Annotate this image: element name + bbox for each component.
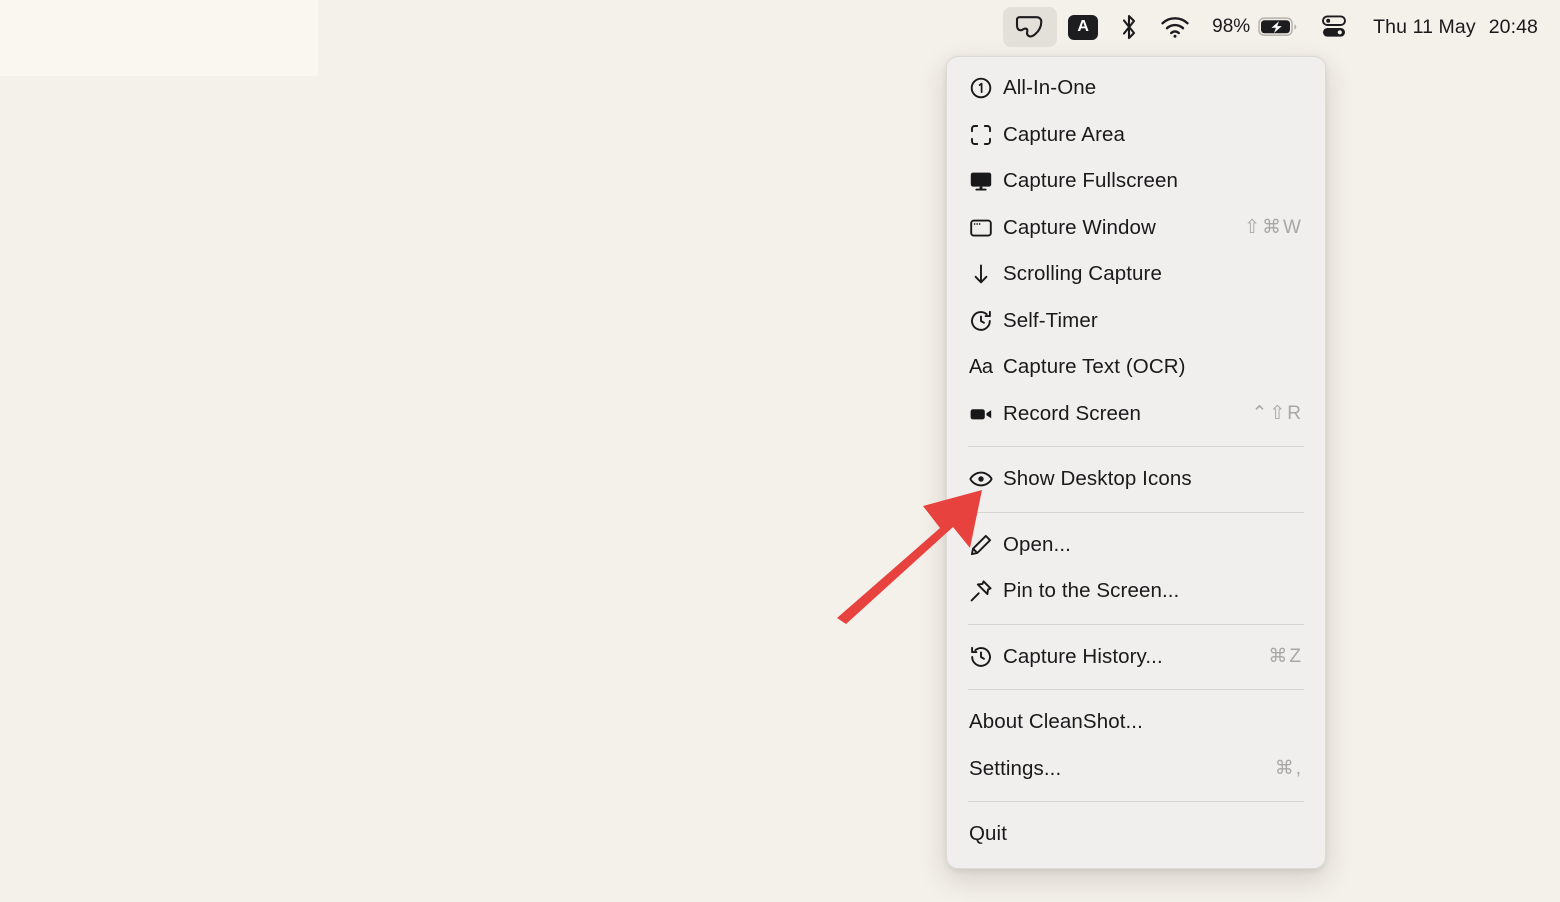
wifi-glyph (1161, 17, 1189, 38)
pin-icon (969, 579, 1003, 603)
menu-item-open[interactable]: Open... (947, 522, 1325, 569)
eye-icon (969, 467, 1003, 491)
menu-separator (968, 511, 1304, 513)
battery-icon (1258, 17, 1297, 37)
menu-item-label: Quit (969, 822, 1007, 846)
menu-item-label: Capture Area (1003, 122, 1125, 146)
battery-status[interactable]: 98% (1201, 7, 1309, 47)
wifi-icon[interactable] (1149, 7, 1201, 47)
capture-fullscreen-icon (969, 169, 1003, 193)
menu-item-show-desktop-icons[interactable]: Show Desktop Icons (947, 456, 1325, 503)
menu-item-pin-to-screen[interactable]: Pin to the Screen... (947, 568, 1325, 615)
clock-time: 20:48 (1488, 15, 1538, 38)
menu-separator (968, 623, 1304, 625)
capture-text-ocr-icon: Aa (969, 356, 993, 379)
menu-item-label: About CleanShot... (969, 710, 1143, 734)
menu-separator (968, 446, 1304, 447)
menu-item-label: Capture Window (1003, 215, 1156, 239)
capture-window-icon (969, 216, 1003, 240)
cleanshot-menubar-icon[interactable] (1003, 7, 1058, 47)
menu-item-label: Pin to the Screen... (1003, 579, 1180, 603)
menu-item-label: Scrolling Capture (1003, 262, 1162, 286)
desktop-background (0, 0, 1560, 902)
menu-item-about-cleanshot[interactable]: About CleanShot... (947, 699, 1325, 746)
menu-item-label: Capture History... (1003, 644, 1163, 668)
menu-item-shortcut: ⌃⇧R (1251, 403, 1303, 425)
menu-item-capture-area[interactable]: Capture Area (947, 112, 1325, 159)
cleanshot-dropdown-menu: All-In-One Capture Area Capture Fullscre… (946, 56, 1326, 869)
menu-bar: A 98% Thu 11 May 20:48 (0, 0, 1560, 54)
menubar-clock[interactable]: Thu 11 May 20:48 (1359, 7, 1538, 47)
menu-item-settings[interactable]: Settings... ⌘, (947, 746, 1325, 793)
menu-item-label: Capture Fullscreen (1003, 169, 1178, 193)
menu-item-label: Open... (1003, 532, 1071, 556)
battery-percent-label: 98% (1212, 16, 1251, 37)
menu-item-capture-window[interactable]: Capture Window ⇧⌘W (947, 205, 1325, 252)
menu-separator (968, 801, 1304, 802)
menu-item-label: Record Screen (1003, 401, 1142, 425)
menu-item-label: Settings... (969, 756, 1062, 780)
capture-area-icon (969, 123, 1003, 147)
input-source-badge: A (1068, 14, 1099, 40)
control-center-glyph (1322, 15, 1347, 37)
menu-item-record-screen[interactable]: Record Screen ⌃⇧R (947, 391, 1325, 438)
menu-item-shortcut: ⌘Z (1268, 646, 1303, 668)
menu-item-shortcut: ⇧⌘W (1244, 217, 1303, 239)
menu-item-shortcut: ⌘, (1274, 758, 1303, 780)
menu-item-label: Show Desktop Icons (1003, 467, 1192, 491)
scrolling-capture-icon (969, 262, 1003, 286)
bluetooth-icon[interactable] (1109, 7, 1149, 47)
menu-item-scrolling-capture[interactable]: Scrolling Capture (947, 251, 1325, 298)
menu-item-label: Capture Text (OCR) (1003, 355, 1186, 379)
clock-date: Thu 11 May (1373, 15, 1476, 38)
record-screen-icon (969, 402, 1003, 426)
control-center-icon[interactable] (1309, 7, 1359, 47)
menu-item-capture-history[interactable]: Capture History... ⌘Z (947, 634, 1325, 681)
menu-item-capture-fullscreen[interactable]: Capture Fullscreen (947, 158, 1325, 205)
menu-item-label: Self-Timer (1003, 308, 1098, 332)
self-timer-icon (969, 309, 1003, 333)
pencil-icon (969, 533, 1003, 557)
menu-item-self-timer[interactable]: Self-Timer (947, 298, 1325, 345)
menu-item-quit[interactable]: Quit (947, 811, 1325, 858)
menu-separator (968, 689, 1304, 690)
menu-item-capture-text-ocr[interactable]: Aa Capture Text (OCR) (947, 344, 1325, 391)
bluetooth-glyph (1123, 14, 1136, 40)
input-source-indicator[interactable]: A (1057, 7, 1109, 47)
all-in-one-icon (969, 76, 1003, 100)
menu-item-all-in-one[interactable]: All-In-One (947, 65, 1325, 112)
cleanshot-lens-glyph (1016, 16, 1043, 38)
menu-item-label: All-In-One (1003, 76, 1097, 100)
history-icon (969, 645, 1003, 669)
